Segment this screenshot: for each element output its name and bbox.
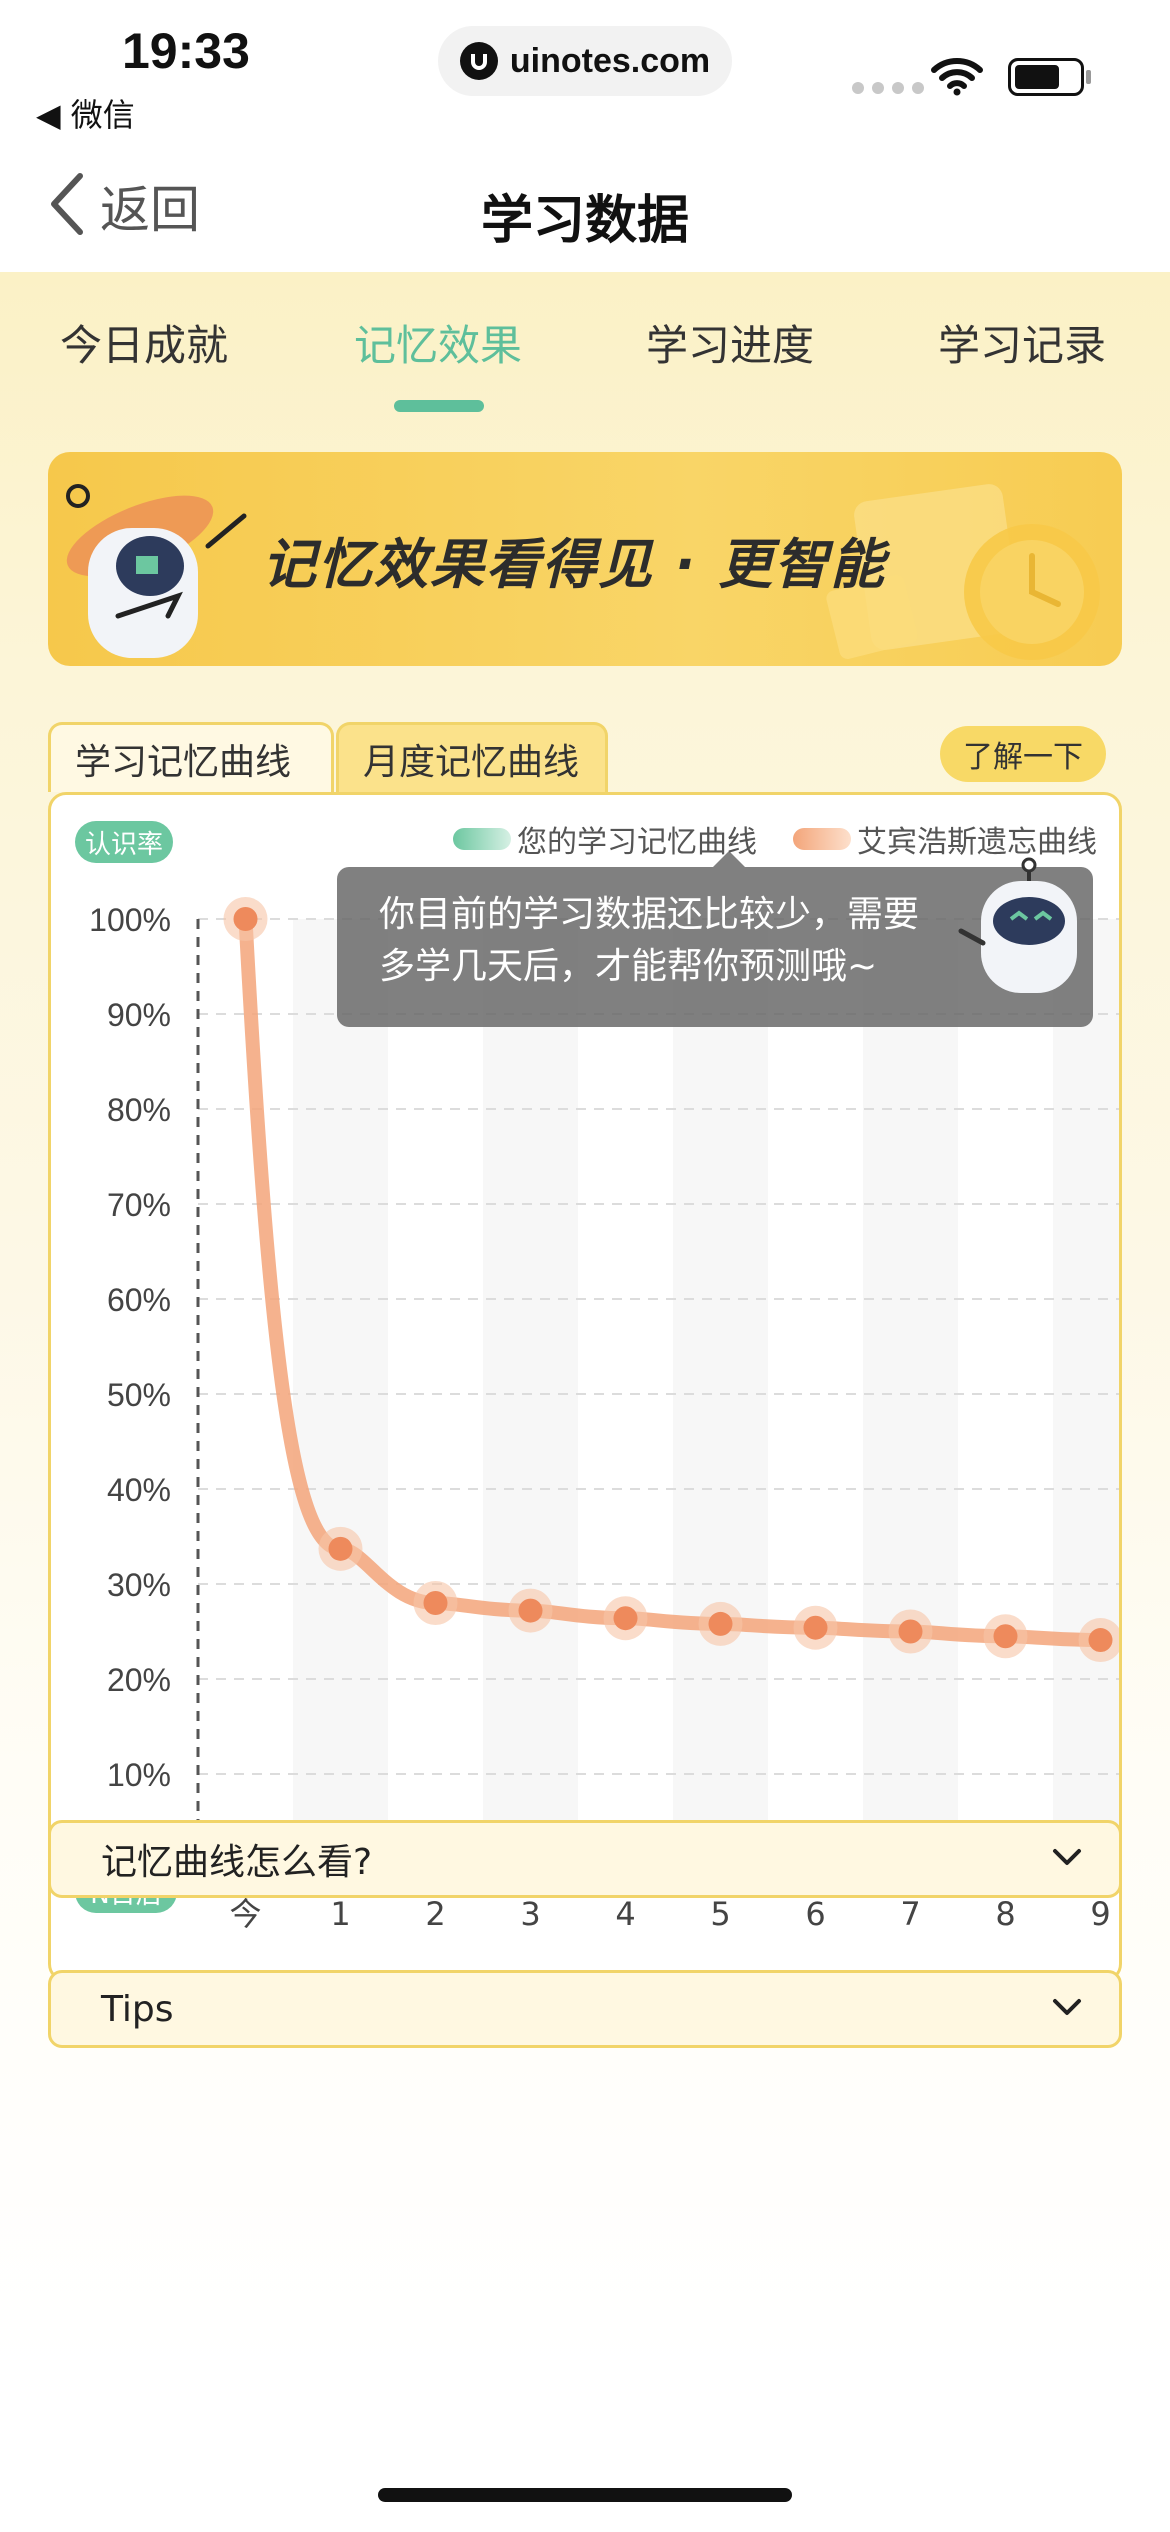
y-tick-label: 80%	[107, 1092, 171, 1128]
x-tick-label: 5	[710, 1895, 730, 1933]
y-tick-label: 60%	[107, 1282, 171, 1318]
x-tick-label: 今	[229, 1895, 261, 1933]
accordion-how-to-read-curve[interactable]: 记忆曲线怎么看?	[48, 1820, 1122, 1898]
chevron-down-icon	[1053, 1849, 1081, 1865]
banner-slogan: 记忆效果看得见 · 更智能	[262, 533, 887, 596]
data-point	[993, 1624, 1018, 1649]
battery-tip	[1086, 70, 1091, 84]
promo-banner[interactable]: 记忆效果看得见 · 更智能	[48, 452, 1122, 666]
y-tick-label: 90%	[107, 997, 171, 1033]
x-tick-label: 4	[615, 1895, 635, 1933]
x-tick-label: 1	[330, 1895, 350, 1933]
robot-helper-icon	[958, 857, 1077, 993]
accordion-label-tips: Tips	[101, 1988, 174, 2030]
y-tick-label: 70%	[107, 1187, 171, 1223]
y-tick-label: 50%	[107, 1377, 171, 1413]
learn-more-button[interactable]: 了解一下	[940, 726, 1106, 782]
data-point	[708, 1611, 733, 1636]
data-point	[518, 1598, 543, 1623]
battery-icon	[1008, 58, 1084, 96]
tab-today-achievement[interactable]: 今日成就	[60, 312, 228, 373]
data-point	[613, 1606, 638, 1631]
nav-bar: 返回 学习数据	[0, 150, 1170, 272]
data-point	[803, 1615, 828, 1640]
data-point	[898, 1619, 923, 1644]
x-tick-label: 8	[995, 1895, 1015, 1933]
tab-monthly-memory-curve[interactable]: 月度记忆曲线	[336, 722, 608, 792]
data-point	[233, 907, 258, 931]
url-pill[interactable]: uinotes.com	[438, 26, 732, 96]
tab-learning-progress[interactable]: 学习进度	[646, 312, 814, 373]
data-point	[328, 1536, 353, 1561]
y-tick-label: 100%	[89, 902, 171, 938]
site-icon	[459, 42, 498, 80]
home-indicator	[378, 2488, 792, 2502]
x-tick-label: 9	[1090, 1895, 1110, 1933]
x-tick-label: 2	[425, 1895, 445, 1933]
data-point	[1088, 1628, 1113, 1653]
active-tab-indicator	[394, 400, 484, 412]
y-tick-label: 30%	[107, 1567, 171, 1603]
status-bar: 19:33 ◀ 微信 uinotes.com	[0, 0, 1170, 150]
chevron-down-icon	[1053, 1999, 1081, 2015]
url-text: uinotes.com	[509, 41, 711, 80]
wifi-icon	[930, 56, 984, 100]
tab-memory-effect[interactable]: 记忆效果	[354, 312, 522, 373]
tab-learning-memory-curve[interactable]: 学习记忆曲线	[48, 722, 334, 792]
y-tick-label: 10%	[107, 1757, 171, 1793]
accordion-label-how-to-read: 记忆曲线怎么看?	[101, 1842, 373, 1883]
y-tick-label: 40%	[107, 1472, 171, 1508]
memory-curve-chart-card: 认识率 您的学习记忆曲线 艾宾浩斯遗忘曲线 0%10%20%30%40%50%6…	[48, 792, 1122, 1982]
robot-mascot-icon	[66, 484, 247, 658]
x-tick-label: 6	[805, 1895, 825, 1933]
page-title: 学习数据	[480, 191, 689, 251]
tab-bar: 今日成就 记忆效果 学习进度 学习记录	[0, 272, 1170, 422]
tab-learning-record[interactable]: 学习记录	[938, 312, 1106, 373]
cellular-signal-icon	[852, 82, 924, 94]
x-tick-label: 3	[520, 1895, 540, 1933]
data-point	[423, 1591, 448, 1615]
back-to-app-link[interactable]: ◀ 微信	[36, 90, 135, 136]
accordion-tips[interactable]: Tips	[48, 1970, 1122, 2048]
y-tick-label: 20%	[107, 1662, 171, 1698]
x-tick-label: 7	[900, 1895, 920, 1933]
status-time: 19:33	[122, 23, 250, 79]
tooltip-arrow	[713, 851, 745, 867]
